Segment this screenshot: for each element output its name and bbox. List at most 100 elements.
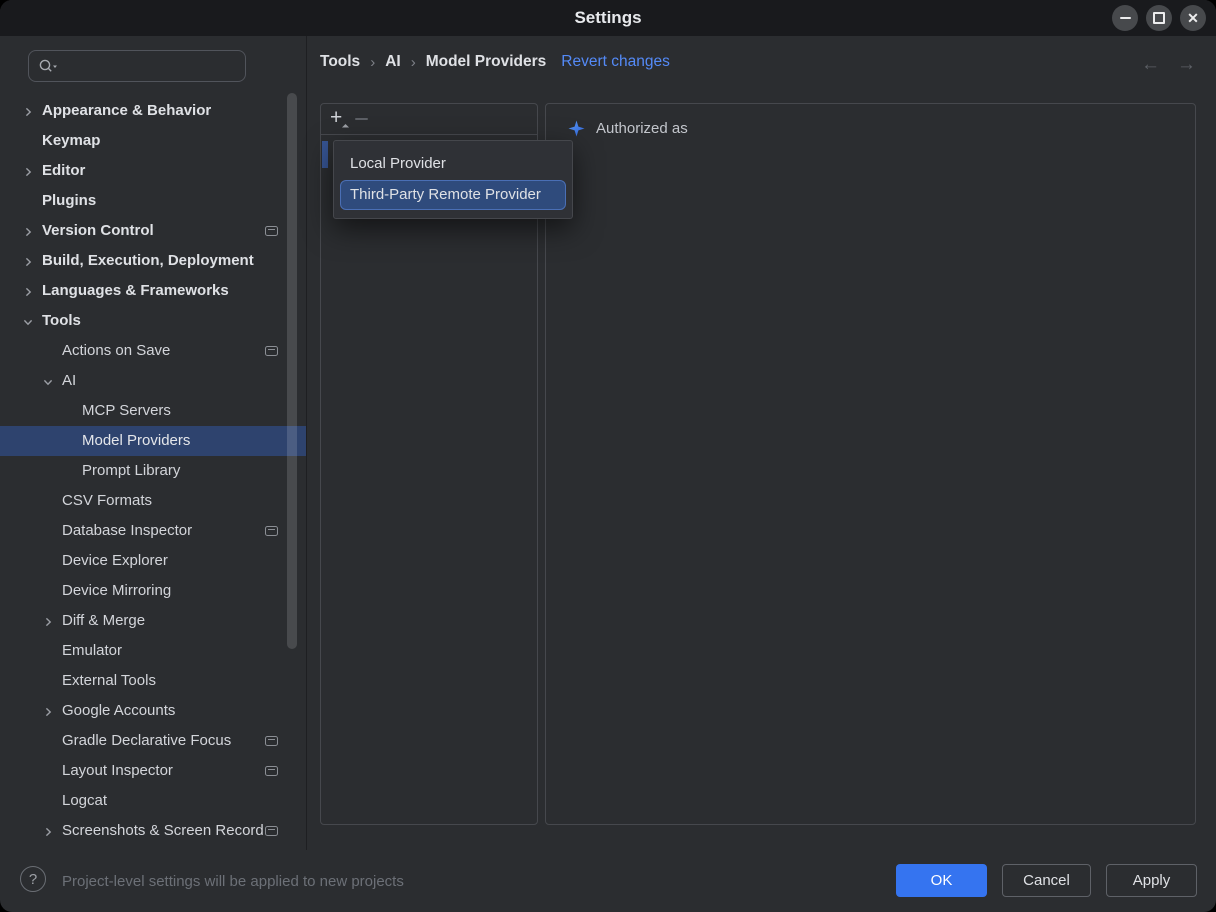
sidebar-item-label: Appearance & Behavior (42, 96, 211, 126)
breadcrumb: Tools›AI›Model ProvidersRevert changes (320, 53, 670, 71)
ai-sparkle-icon (568, 120, 585, 137)
sidebar-item-build-execution-deployment[interactable]: Build, Execution, Deployment (0, 246, 306, 276)
settings-search-box[interactable] (28, 50, 246, 82)
close-button[interactable]: ✕ (1180, 5, 1206, 31)
add-provider-popup: Local ProviderThird-Party Remote Provide… (333, 140, 573, 219)
sidebar-item-label: Build, Execution, Deployment (42, 246, 254, 276)
dropdown-arrow-icon (342, 124, 349, 131)
maximize-icon (1153, 12, 1165, 24)
chevron-right-icon[interactable] (42, 825, 54, 842)
sidebar-item-appearance-behavior[interactable]: Appearance & Behavior (0, 96, 306, 126)
footer-hint: Project-level settings will be applied t… (62, 850, 404, 912)
sidebar-item-screenshots-screen-recordi[interactable]: Screenshots & Screen Recordi (0, 816, 306, 846)
provider-detail-panel: Authorized as (545, 103, 1196, 825)
selected-provider-row[interactable] (322, 141, 328, 168)
chevron-right-icon[interactable] (22, 255, 34, 272)
sidebar-item-label: Layout Inspector (62, 756, 173, 786)
chevron-down-icon[interactable] (22, 315, 34, 332)
sidebar-item-device-explorer[interactable]: Device Explorer (0, 546, 306, 576)
forward-arrow-icon[interactable]: → (1177, 54, 1196, 76)
sidebar-item-diff-merge[interactable]: Diff & Merge (0, 606, 306, 636)
help-button[interactable]: ? (20, 866, 46, 892)
sidebar-scrollbar-thumb[interactable] (287, 93, 297, 649)
sidebar-item-device-mirroring[interactable]: Device Mirroring (0, 576, 306, 606)
providers-toolbar: + (321, 104, 537, 135)
sidebar-item-prompt-library[interactable]: Prompt Library (0, 456, 306, 486)
ok-button[interactable]: OK (896, 864, 987, 897)
breadcrumb-ai[interactable]: AI (385, 53, 401, 71)
sidebar-item-label: Plugins (42, 186, 96, 216)
sidebar-item-label: Prompt Library (82, 456, 180, 486)
window-title: Settings (0, 0, 1216, 36)
chevron-down-icon[interactable] (42, 375, 54, 392)
chevron-right-icon[interactable] (42, 615, 54, 632)
chevron-right-icon[interactable] (22, 105, 34, 122)
sidebar-item-languages-frameworks[interactable]: Languages & Frameworks (0, 276, 306, 306)
settings-tree: Appearance & BehaviorKeymapEditorPlugins… (0, 96, 306, 850)
history-navigation: ← → (1141, 54, 1196, 76)
sidebar-item-editor[interactable]: Editor (0, 156, 306, 186)
authorized-as-label: Authorized as (596, 120, 688, 137)
popup-item-third-party-remote-provider[interactable]: Third-Party Remote Provider (340, 180, 566, 210)
sidebar-item-label: CSV Formats (62, 486, 152, 516)
sidebar-item-gradle-declarative-focus[interactable]: Gradle Declarative Focus (0, 726, 306, 756)
apply-button[interactable]: Apply (1106, 864, 1197, 897)
minimize-icon (1120, 17, 1131, 19)
titlebar: Settings ✕ (0, 0, 1216, 36)
sidebar-item-label: Tools (42, 306, 81, 336)
sidebar-item-label: Editor (42, 156, 85, 186)
sidebar-item-model-providers[interactable]: Model Providers (0, 426, 306, 456)
breadcrumb-separator: › (370, 54, 375, 71)
sidebar-item-label: Screenshots & Screen Recordi (62, 816, 264, 846)
window-controls: ✕ (1112, 5, 1206, 31)
sidebar-item-ai[interactable]: AI (0, 366, 306, 396)
sidebar-item-emulator[interactable]: Emulator (0, 636, 306, 666)
sidebar-item-label: Google Accounts (62, 696, 175, 726)
sidebar-item-label: Logcat (62, 786, 107, 816)
main-panel: Tools›AI›Model ProvidersRevert changes ←… (307, 36, 1216, 850)
authorized-as-row: Authorized as (568, 120, 688, 137)
chevron-right-icon[interactable] (22, 225, 34, 242)
sidebar-item-label: Device Mirroring (62, 576, 171, 606)
cancel-button[interactable]: Cancel (1002, 864, 1091, 897)
revert-changes-link[interactable]: Revert changes (561, 53, 670, 71)
search-input[interactable] (64, 57, 218, 75)
sidebar-item-label: MCP Servers (82, 396, 171, 426)
sidebar-item-keymap[interactable]: Keymap (0, 126, 306, 156)
sidebar-item-mcp-servers[interactable]: MCP Servers (0, 396, 306, 426)
settings-sidebar: Appearance & BehaviorKeymapEditorPlugins… (0, 36, 307, 850)
sidebar-item-label: Keymap (42, 126, 100, 156)
remove-provider-button[interactable] (355, 118, 368, 120)
chevron-right-icon[interactable] (22, 285, 34, 302)
sidebar-item-actions-on-save[interactable]: Actions on Save (0, 336, 306, 366)
sidebar-item-label: Device Explorer (62, 546, 168, 576)
sidebar-item-label: AI (62, 366, 76, 396)
breadcrumb-tools[interactable]: Tools (320, 53, 360, 71)
minimize-button[interactable] (1112, 5, 1138, 31)
sidebar-item-external-tools[interactable]: External Tools (0, 666, 306, 696)
plus-icon: + (330, 106, 342, 129)
add-provider-button[interactable]: + (330, 109, 342, 129)
sidebar-item-plugins[interactable]: Plugins (0, 186, 306, 216)
chevron-right-icon[interactable] (22, 165, 34, 182)
sidebar-item-csv-formats[interactable]: CSV Formats (0, 486, 306, 516)
sidebar-item-database-inspector[interactable]: Database Inspector (0, 516, 306, 546)
breadcrumb-model-providers[interactable]: Model Providers (426, 53, 547, 71)
modified-indicator-icon (265, 526, 278, 536)
sidebar-item-version-control[interactable]: Version Control (0, 216, 306, 246)
search-icon (38, 58, 58, 74)
sidebar-item-label: Languages & Frameworks (42, 276, 229, 306)
modified-indicator-icon (265, 346, 278, 356)
sidebar-item-label: Diff & Merge (62, 606, 145, 636)
sidebar-item-layout-inspector[interactable]: Layout Inspector (0, 756, 306, 786)
modified-indicator-icon (265, 826, 278, 836)
maximize-button[interactable] (1146, 5, 1172, 31)
modified-indicator-icon (265, 766, 278, 776)
settings-dialog: Settings ✕ Appearance & BehaviorKeymapEd… (0, 0, 1216, 912)
popup-item-local-provider[interactable]: Local Provider (340, 149, 566, 179)
sidebar-item-logcat[interactable]: Logcat (0, 786, 306, 816)
sidebar-item-tools[interactable]: Tools (0, 306, 306, 336)
chevron-right-icon[interactable] (42, 705, 54, 722)
back-arrow-icon[interactable]: ← (1141, 54, 1160, 76)
sidebar-item-google-accounts[interactable]: Google Accounts (0, 696, 306, 726)
